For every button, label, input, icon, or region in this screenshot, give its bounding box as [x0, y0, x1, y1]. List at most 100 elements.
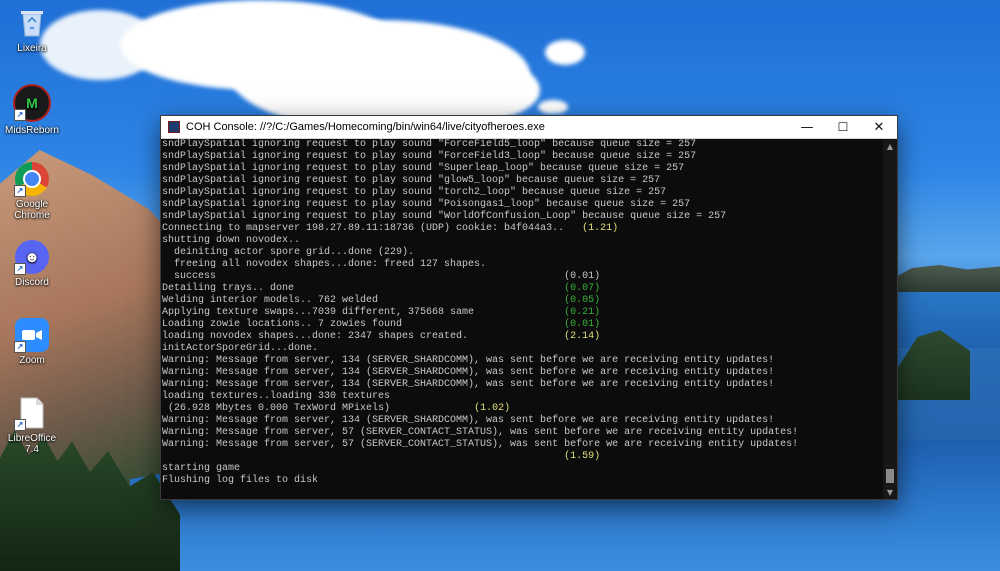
chrome-icon: ↗ [14, 162, 49, 197]
console-line-text: Warning: Message from server, 57 (SERVER… [162, 427, 799, 438]
desktop-icon-chrome[interactable]: ↗ Google Chrome [0, 162, 64, 221]
shortcut-arrow-icon: ↗ [14, 109, 26, 121]
console-window[interactable]: COH Console: //?/C:/Games/Homecoming/bin… [160, 115, 898, 500]
console-timing-tag: (2.14) [564, 331, 601, 342]
console-line-text: sndPlaySpatial ignoring request to play … [162, 139, 697, 150]
console-line: Welding interior models.. 762 welded (0.… [161, 295, 798, 307]
console-line-text: Welding interior models.. 762 welded [162, 295, 565, 306]
console-line: Warning: Message from server, 134 (SERVE… [161, 415, 798, 427]
shortcut-arrow-icon: ↗ [14, 185, 26, 197]
console-line-text: sndPlaySpatial ignoring request to play … [162, 187, 667, 198]
scroll-down-arrow-icon[interactable]: ▼ [883, 485, 897, 499]
console-line-text: loading textures..loading 330 textures [162, 391, 391, 402]
shortcut-arrow-icon: ↗ [14, 263, 26, 275]
libreoffice-icon: ↗ [14, 396, 49, 431]
desktop-icon-libreoffice[interactable]: ↗ LibreOffice 7.4 [0, 396, 64, 455]
desktop-icon-label: Google Chrome [14, 199, 50, 221]
console-line: success (0.01) [161, 271, 798, 283]
console-line: Warning: Message from server, 57 (SERVER… [161, 427, 798, 439]
zoom-icon: ↗ [14, 318, 49, 353]
console-line-text: Detailing trays.. done [162, 283, 565, 294]
console-line-text: (26.928 Mbytes 0.000 TexWord MPixels) [162, 403, 475, 414]
console-line: (1.59) [161, 451, 798, 463]
console-timing-tag: (0.05) [564, 295, 601, 306]
console-line: loading textures..loading 330 textures [161, 391, 798, 403]
console-line: Applying texture swaps...7039 different,… [161, 307, 798, 319]
console-line-text: initActorSporeGrid...done. [162, 343, 319, 354]
desktop-icon-discord[interactable]: ☻ ↗ Discord [0, 240, 64, 288]
console-line: sndPlaySpatial ignoring request to play … [161, 199, 798, 211]
console-line-text: starting game [162, 463, 241, 474]
desktop-icon-label: LibreOffice 7.4 [7, 433, 57, 455]
console-line: Warning: Message from server, 134 (SERVE… [161, 379, 798, 391]
console-timing-tag: (0.01) [564, 271, 601, 282]
console-line-text: Warning: Message from server, 134 (SERVE… [162, 355, 775, 366]
shortcut-arrow-icon: ↗ [14, 341, 26, 353]
console-line: Detailing trays.. done (0.07) [161, 283, 798, 295]
console-line-text: sndPlaySpatial ignoring request to play … [162, 199, 691, 210]
console-line-text: sndPlaySpatial ignoring request to play … [162, 163, 685, 174]
console-line: sndPlaySpatial ignoring request to play … [161, 187, 798, 199]
console-line-text: shutting down novodex.. [162, 235, 301, 246]
scroll-up-arrow-icon[interactable]: ▲ [883, 139, 897, 153]
console-line: sndPlaySpatial ignoring request to play … [161, 139, 798, 151]
desktop-icon-midsreborn[interactable]: M ↗ MidsReborn [0, 84, 64, 136]
console-line: (26.928 Mbytes 0.000 TexWord MPixels) (1… [161, 403, 798, 415]
desktop-icon-label: Discord [15, 277, 49, 288]
console-line-text: success [162, 271, 565, 282]
console-line-text: sndPlaySpatial ignoring request to play … [162, 211, 727, 222]
console-line-text: Warning: Message from server, 57 (SERVER… [162, 439, 799, 450]
maximize-button[interactable]: ☐ [825, 116, 861, 138]
console-line: sndPlaySpatial ignoring request to play … [161, 163, 798, 175]
console-line-text: Loading zowie locations.. 7 zowies found [162, 319, 565, 330]
console-timing-tag: (0.21) [564, 307, 601, 318]
console-line: loading novodex shapes...done: 2347 shap… [161, 331, 798, 343]
console-line-text: Warning: Message from server, 134 (SERVE… [162, 367, 775, 378]
close-button[interactable]: ✕ [861, 116, 897, 138]
vertical-scrollbar[interactable]: ▲ ▼ [883, 139, 897, 499]
console-line: shutting down novodex.. [161, 235, 798, 247]
console-line: starting game [161, 463, 798, 475]
window-title: COH Console: //?/C:/Games/Homecoming/bin… [186, 121, 545, 133]
desktop-icon-label: Lixeira [17, 43, 47, 54]
console-line-text [162, 451, 564, 462]
console-line: Flushing log files to disk [161, 475, 798, 487]
app-icon [168, 121, 180, 133]
desktop-icon-recycle-bin[interactable]: Lixeira [0, 6, 64, 54]
minimize-button[interactable]: — [789, 116, 825, 138]
console-line: sndPlaySpatial ignoring request to play … [161, 175, 798, 187]
discord-icon: ☻ ↗ [14, 240, 49, 275]
scrollbar-track[interactable] [883, 153, 897, 485]
midsreborn-app-icon: M ↗ [13, 84, 51, 122]
console-line: Connecting to mapserver 198.27.89.11:187… [161, 223, 798, 235]
console-timing-tag: (1.59) [564, 451, 601, 462]
console-line: Warning: Message from server, 57 (SERVER… [161, 439, 798, 451]
console-timing-tag: (0.01) [564, 319, 601, 330]
scrollbar-thumb[interactable] [886, 469, 894, 483]
console-lines: sndPlaySpatial ignoring request to play … [161, 139, 798, 487]
console-timing-tag: (0.07) [564, 283, 601, 294]
console-line-text: deiniting actor spore grid...done (229). [162, 247, 415, 258]
console-line-text: Warning: Message from server, 134 (SERVE… [162, 379, 775, 390]
desktop-icon-label: MidsReborn [5, 125, 59, 136]
console-line-text: sndPlaySpatial ignoring request to play … [162, 175, 661, 186]
console-line: deiniting actor spore grid...done (229). [161, 247, 798, 259]
console-line-text: Warning: Message from server, 134 (SERVE… [162, 415, 775, 426]
console-line-text: Applying texture swaps...7039 different,… [162, 307, 565, 318]
console-line: Warning: Message from server, 134 (SERVE… [161, 367, 798, 379]
console-timing-tag: (1.02) [474, 403, 511, 414]
desktop-icon-label: Zoom [19, 355, 45, 366]
console-output[interactable]: sndPlaySpatial ignoring request to play … [161, 139, 883, 499]
console-line: freeing all novodex shapes...done: freed… [161, 259, 798, 271]
console-line-text: Connecting to mapserver 198.27.89.11:187… [162, 223, 583, 234]
console-line-text: freeing all novodex shapes...done: freed… [162, 259, 487, 270]
console-line-text: sndPlaySpatial ignoring request to play … [162, 151, 697, 162]
console-line-text: loading novodex shapes...done: 2347 shap… [162, 331, 565, 342]
window-titlebar[interactable]: COH Console: //?/C:/Games/Homecoming/bin… [161, 116, 897, 139]
desktop-icon-zoom[interactable]: ↗ Zoom [0, 318, 64, 366]
console-line: sndPlaySpatial ignoring request to play … [161, 151, 798, 163]
console-line: sndPlaySpatial ignoring request to play … [161, 211, 798, 223]
console-line-text: Flushing log files to disk [162, 475, 319, 486]
recycle-bin-icon [15, 6, 49, 40]
console-timing-tag: (1.21) [582, 223, 619, 234]
